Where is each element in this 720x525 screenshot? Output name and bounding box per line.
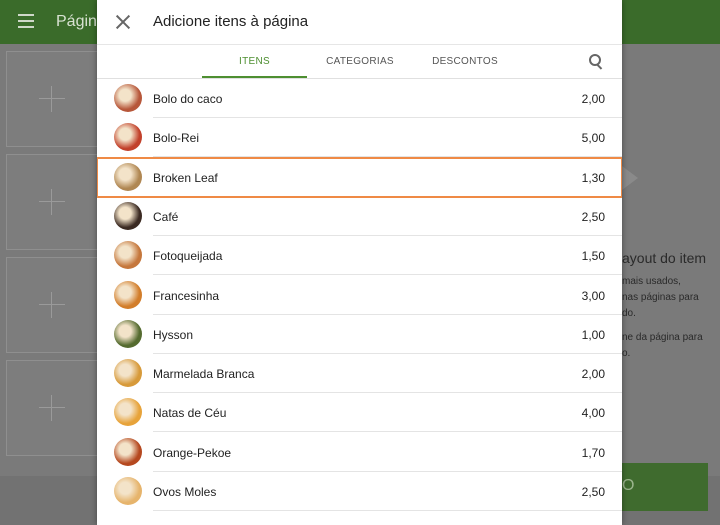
search-icon[interactable]	[589, 54, 605, 70]
item-name: Bolo do caco	[153, 92, 223, 106]
layout-text: ne da página para	[622, 332, 703, 343]
close-icon[interactable]	[115, 14, 131, 30]
add-tile	[6, 257, 98, 353]
plus-icon	[39, 395, 65, 421]
item-name: Bolo-Rei	[153, 131, 200, 146]
item-price: 1,70	[581, 445, 605, 460]
item-thumbnail	[114, 162, 142, 191]
item-thumbnail	[114, 280, 142, 309]
confirm-button-label: O	[622, 477, 635, 494]
item-thumbnail	[114, 123, 142, 152]
list-item[interactable]: Francesinha 3,00	[97, 276, 622, 315]
dialog-header: Adicione itens à página	[97, 0, 622, 45]
layout-text: nas páginas para	[622, 292, 699, 303]
list-item[interactable]: Natas de Céu 4,00	[97, 393, 622, 433]
item-price: 4,00	[581, 406, 605, 421]
item-price: 1,00	[581, 327, 605, 342]
list-item[interactable]: Bolo do caco 2,00	[97, 79, 622, 118]
item-price: 2,00	[581, 92, 605, 106]
tab-bar: ITENS CATEGORIAS DESCONTOS	[97, 45, 622, 79]
add-tile	[6, 51, 98, 147]
add-items-dialog: Adicione itens à página ITENS CATEGORIAS…	[97, 0, 622, 525]
item-name: Ovos Moles	[153, 485, 217, 499]
list-item[interactable]: Ovos Moles 2,50	[97, 472, 622, 511]
item-thumbnail	[114, 84, 142, 112]
item-price: 1,30	[581, 170, 605, 185]
add-tile	[6, 154, 98, 250]
tab-discounts[interactable]: DESCONTOS	[413, 45, 517, 78]
item-name: Hysson	[153, 327, 194, 342]
list-item[interactable]: Broken Leaf 1,30	[97, 156, 622, 198]
plus-icon	[39, 86, 65, 112]
tab-categories[interactable]: CATEGORIAS	[309, 45, 411, 78]
page-title: Págin	[56, 13, 97, 30]
item-name: Marmelada Branca	[153, 367, 255, 382]
list-item[interactable]: Café 2,50	[97, 197, 622, 236]
list-item[interactable]: Bolo-Rei 5,00	[97, 118, 622, 158]
item-price: 2,00	[581, 367, 605, 382]
add-tile	[6, 360, 98, 456]
item-name: Natas de Céu	[153, 406, 227, 421]
item-thumbnail	[114, 319, 142, 348]
layout-text: o.	[622, 348, 631, 359]
row-divider	[153, 510, 622, 511]
item-name: Orange-Pekoe	[153, 445, 232, 460]
tab-items[interactable]: ITENS	[202, 45, 307, 78]
item-price: 2,50	[581, 209, 605, 224]
plus-icon	[39, 292, 65, 318]
item-price: 2,50	[581, 485, 605, 499]
item-name: Fotoqueijada	[153, 249, 223, 264]
list-item[interactable]: Marmelada Branca 2,00	[97, 354, 622, 394]
layout-heading: ayout do item	[622, 250, 707, 266]
item-thumbnail	[114, 398, 142, 427]
arrow-icon	[622, 166, 638, 190]
item-thumbnail	[114, 437, 142, 466]
item-price: 5,00	[581, 131, 605, 146]
list-item[interactable]: Fotoqueijada 1,50	[97, 236, 622, 276]
list-item[interactable]: Hysson 1,00	[97, 315, 622, 354]
list-item[interactable]: Orange-Pekoe 1,70	[97, 433, 622, 472]
menu-icon	[18, 14, 34, 28]
dialog-title: Adicione itens à página	[153, 13, 309, 30]
confirm-button: O	[622, 463, 708, 511]
item-name: Francesinha	[153, 288, 220, 303]
item-name: Café	[153, 209, 179, 224]
item-price: 3,00	[581, 288, 605, 303]
item-name: Broken Leaf	[153, 170, 218, 185]
item-thumbnail	[114, 477, 142, 505]
item-thumbnail	[114, 241, 142, 270]
layout-text: do.	[622, 308, 636, 319]
item-thumbnail	[114, 201, 142, 230]
item-price: 1,50	[581, 249, 605, 264]
item-thumbnail	[114, 359, 142, 388]
plus-icon	[39, 189, 65, 215]
layout-text: mais usados,	[622, 276, 681, 287]
